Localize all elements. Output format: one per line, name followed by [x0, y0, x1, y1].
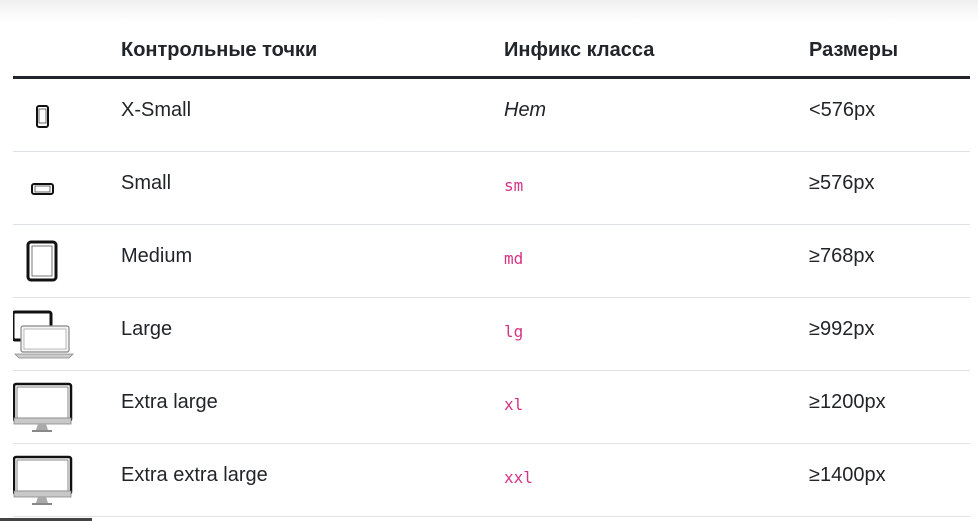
class-infix: xl [504, 395, 524, 414]
desktop-monitor-icon [12, 371, 85, 443]
phone-landscape-icon [13, 152, 85, 224]
header-dimensions: Размеры [809, 39, 899, 61]
breakpoint-size: ≥768px [809, 245, 875, 267]
phone-portrait-icon [13, 79, 85, 151]
table-header: Контрольные точки Инфикс класса Размеры [13, 0, 970, 79]
header-class-infix: Инфикс класса [504, 39, 655, 61]
class-infix: xxl [504, 468, 533, 487]
class-infix: md [504, 249, 524, 268]
breakpoint-size: ≥576px [809, 172, 875, 194]
breakpoint-size: ≥1200px [809, 391, 886, 413]
breakpoints-table: Контрольные точки Инфикс класса Размеры … [11, 0, 970, 517]
class-infix: lg [504, 322, 524, 341]
breakpoint-size: ≥1400px [809, 464, 886, 486]
table-row: Extra large xl ≥1200px [12, 371, 970, 444]
breakpoint-size: <576px [809, 99, 876, 121]
class-infix: sm [504, 176, 524, 195]
breakpoint-name: X-Small [121, 99, 192, 121]
breakpoint-name: Small [121, 172, 172, 194]
breakpoint-name: Extra extra large [121, 464, 268, 486]
breakpoint-name: Extra large [121, 391, 218, 413]
breakpoint-name: Large [121, 318, 173, 340]
tablet-icon [13, 225, 85, 297]
class-infix: Нет [504, 99, 547, 121]
table-row: X-Small Нет <576px [13, 79, 970, 152]
breakpoint-size: ≥992px [809, 318, 875, 340]
header-breakpoints: Контрольные точки [121, 39, 318, 61]
laptop-icon [11, 298, 85, 370]
table-row: Large lg ≥992px [11, 298, 970, 371]
desktop-monitor-icon [12, 444, 85, 516]
table-row: Small sm ≥576px [13, 152, 970, 225]
breakpoint-name: Medium [121, 245, 193, 267]
table-row: Medium md ≥768px [13, 225, 970, 298]
table-row: Extra extra large xxl ≥1400px [12, 444, 970, 517]
